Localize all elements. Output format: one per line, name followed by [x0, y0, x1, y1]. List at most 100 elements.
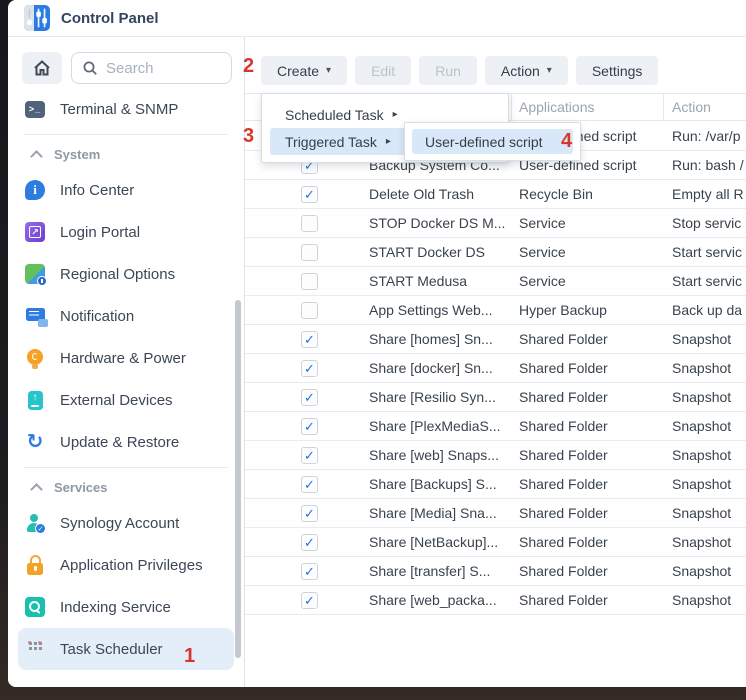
table-row[interactable]: ✓ Delete Old Trash Recycle Bin Empty all…: [245, 180, 746, 209]
sidebar-item-hardware-power[interactable]: Hardware & Power: [8, 337, 244, 379]
task-application: Service: [519, 273, 672, 289]
task-application: Shared Folder: [519, 563, 672, 579]
info-center-icon: i: [25, 180, 45, 200]
toolbar: Create ▾ Edit Run Action ▾ Settings: [261, 56, 658, 85]
task-name: START Medusa: [369, 273, 519, 289]
sidebar-item-label: Indexing Service: [60, 599, 171, 616]
button-label: Create: [277, 63, 319, 79]
search-box[interactable]: [71, 52, 232, 84]
task-checkbox[interactable]: ✓: [301, 534, 318, 551]
sidebar-item-label: Login Portal: [60, 224, 140, 241]
sidebar-item-application-privileges[interactable]: Application Privileges: [8, 544, 244, 586]
sidebar-item-synology-account[interactable]: ✓ Synology Account: [8, 502, 244, 544]
table-row[interactable]: ✓ Share [homes] Sn... Shared Folder Snap…: [245, 325, 746, 354]
sidebar-section-services[interactable]: Services: [8, 472, 244, 502]
sidebar-item-label: Regional Options: [60, 266, 175, 283]
table-row[interactable]: ✓ Share [PlexMediaS... Shared Folder Sna…: [245, 412, 746, 441]
table-row[interactable]: ✓ Share [Media] Sna... Shared Folder Sna…: [245, 499, 746, 528]
annotation-1: 1: [184, 646, 195, 667]
button-label: Action: [501, 63, 540, 79]
sidebar-item-label: Update & Restore: [60, 434, 179, 451]
task-application: Shared Folder: [519, 418, 672, 434]
table-row[interactable]: ✓ Share [web_packa... Shared Folder Snap…: [245, 586, 746, 615]
sidebar-item-label: Info Center: [60, 182, 134, 199]
table-row[interactable]: ✓ Share [NetBackup]... Shared Folder Sna…: [245, 528, 746, 557]
task-checkbox[interactable]: ✓: [301, 505, 318, 522]
table-row[interactable]: ✓ Share [Resilio Syn... Shared Folder Sn…: [245, 383, 746, 412]
sidebar-item-notification[interactable]: Notification: [8, 295, 244, 337]
task-checkbox[interactable]: ✓: [301, 563, 318, 580]
task-checkbox[interactable]: ✓: [301, 418, 318, 435]
main-panel: Create ▾ Edit Run Action ▾ Settings: [245, 37, 746, 687]
sidebar-divider: [24, 467, 228, 468]
section-label: System: [54, 147, 100, 162]
task-name: Share [web] Snaps...: [369, 447, 519, 463]
sidebar-item-regional-options[interactable]: Regional Options: [8, 253, 244, 295]
create-button[interactable]: Create ▾: [261, 56, 347, 85]
menu-item-user-defined-script[interactable]: User-defined script: [412, 129, 573, 154]
annotation-4: 4: [561, 131, 572, 152]
table-row[interactable]: App Settings Web... Hyper Backup Back up…: [245, 296, 746, 325]
table-row[interactable]: START Medusa Service Start servic: [245, 267, 746, 296]
table-row[interactable]: ✓ Share [web] Snaps... Shared Folder Sna…: [245, 441, 746, 470]
home-button[interactable]: [22, 52, 62, 84]
task-checkbox[interactable]: ✓: [301, 360, 318, 377]
task-name: App Settings Web...: [369, 302, 519, 318]
button-label: Settings: [592, 63, 643, 79]
sidebar-item-terminal-snmp[interactable]: >_ Terminal & SNMP: [8, 88, 244, 130]
task-checkbox[interactable]: ✓: [301, 592, 318, 609]
sidebar-item-login-portal[interactable]: ↗ Login Portal: [8, 211, 244, 253]
task-application: Service: [519, 244, 672, 260]
task-checkbox[interactable]: ✓: [301, 476, 318, 493]
sidebar-item-info-center[interactable]: i Info Center: [8, 169, 244, 211]
empty-row: [245, 615, 746, 644]
search-icon: [82, 57, 98, 79]
task-checkbox[interactable]: ✓: [301, 389, 318, 406]
task-checkbox[interactable]: ✓: [301, 186, 318, 203]
task-checkbox[interactable]: ✓: [301, 447, 318, 464]
table-row[interactable]: START Docker DS Service Start servic: [245, 238, 746, 267]
column-header-applications[interactable]: Applications: [512, 94, 664, 120]
external-devices-icon: ↑: [28, 391, 43, 410]
window-title: Control Panel: [61, 10, 159, 27]
search-input[interactable]: [106, 60, 206, 77]
task-action: Snapshot: [672, 476, 746, 492]
settings-button[interactable]: Settings: [576, 56, 659, 85]
annotation-2: 2: [243, 56, 254, 77]
task-application: Shared Folder: [519, 447, 672, 463]
button-label: Run: [435, 63, 461, 79]
sidebar-item-label: Task Scheduler: [60, 641, 163, 658]
sidebar-item-update-restore[interactable]: ↻ Update & Restore: [8, 421, 244, 463]
task-checkbox[interactable]: [301, 302, 318, 319]
sidebar-item-external-devices[interactable]: ↑ External Devices: [8, 379, 244, 421]
sidebar-item-indexing-service[interactable]: Indexing Service: [8, 586, 244, 628]
synology-account-icon: ✓: [25, 513, 45, 533]
notification-icon: [26, 308, 45, 321]
task-checkbox[interactable]: [301, 244, 318, 261]
section-label: Services: [54, 480, 108, 495]
sidebar-item-task-scheduler[interactable]: Task Scheduler: [18, 628, 234, 670]
hardware-power-icon: [27, 349, 43, 365]
table-row[interactable]: ✓ Share [transfer] S... Shared Folder Sn…: [245, 557, 746, 586]
task-checkbox[interactable]: [301, 273, 318, 290]
table-row[interactable]: ✓ Share [docker] Sn... Shared Folder Sna…: [245, 354, 746, 383]
task-action: Snapshot: [672, 534, 746, 550]
annotation-3: 3: [243, 126, 254, 147]
action-button[interactable]: Action ▾: [485, 56, 568, 85]
task-name: Share [Resilio Syn...: [369, 389, 519, 405]
table-row[interactable]: ✓ Share [Backups] S... Shared Folder Sna…: [245, 470, 746, 499]
control-panel-icon: [24, 5, 50, 31]
task-action: Snapshot: [672, 592, 746, 608]
table-row[interactable]: STOP Docker DS M... Service Stop servic: [245, 209, 746, 238]
task-action: Snapshot: [672, 447, 746, 463]
chevron-up-icon: [31, 149, 41, 159]
sidebar-scrollbar[interactable]: [235, 300, 241, 658]
column-header-action[interactable]: Action: [664, 94, 746, 120]
sidebar-section-system[interactable]: System: [8, 139, 244, 169]
task-checkbox[interactable]: [301, 215, 318, 232]
task-checkbox[interactable]: ✓: [301, 331, 318, 348]
task-application: Shared Folder: [519, 389, 672, 405]
task-application: Shared Folder: [519, 534, 672, 550]
sidebar-item-label: Hardware & Power: [60, 350, 186, 367]
submenu-arrow-icon: ▸: [386, 136, 391, 147]
